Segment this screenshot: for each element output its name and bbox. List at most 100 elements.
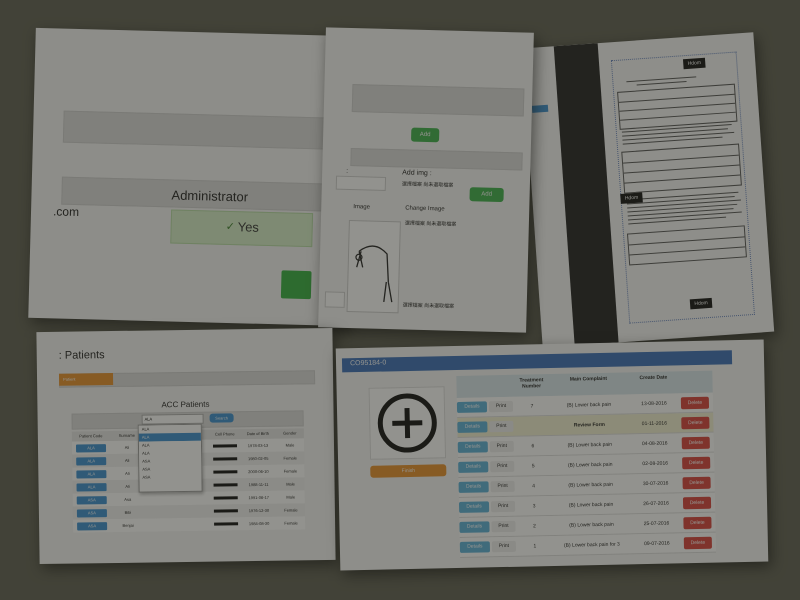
treatment-screenshot: CO95184-0 Finish Treatment Number Main C… <box>335 339 769 571</box>
active-yes-box[interactable]: ✓ Yes <box>170 209 314 248</box>
details-button[interactable]: Details <box>459 521 490 533</box>
image-preview <box>346 219 401 314</box>
details-button[interactable]: Details <box>458 501 490 513</box>
treatment-number: 5 <box>531 462 535 469</box>
print-button[interactable]: Print <box>490 500 516 513</box>
print-button[interactable]: Print <box>489 420 514 433</box>
add-circle-icon <box>377 393 437 453</box>
treatment-row[interactable]: Details Print 1 (B) Lower back pain for 3 09… <box>459 532 717 558</box>
gender: Female <box>283 468 298 474</box>
print-button[interactable]: Print <box>490 460 515 473</box>
details-button[interactable]: Details <box>456 401 488 413</box>
delete-button[interactable]: Delete <box>681 436 710 449</box>
input-bar-left[interactable] <box>324 291 346 308</box>
add-photo-box[interactable] <box>368 386 447 460</box>
patient-code-badge[interactable]: ALA <box>76 456 107 466</box>
redacted-phone <box>213 483 238 487</box>
treatment-number: 2 <box>533 522 536 529</box>
gender: Female <box>284 507 298 513</box>
details-button[interactable]: Details <box>458 461 489 473</box>
print-button[interactable]: Print <box>491 520 516 533</box>
check-icon: ✓ <box>225 220 236 234</box>
bending-figure-icon <box>355 245 393 303</box>
document-screenshot: Hdom Hdom Hdom <box>521 32 775 348</box>
acc-table-row[interactable]: ASA Benjai 1984-08-30 Female <box>73 516 306 533</box>
redacted-phone <box>213 509 238 513</box>
details-button[interactable]: Details <box>457 441 488 453</box>
doc-text-block <box>616 70 749 298</box>
patient-code-dropdown[interactable]: ALA ALA ALA ALA ASA ASA ASA <box>137 423 203 493</box>
surname: Ali <box>124 457 130 463</box>
acc-col-header: Date of Birth <box>246 430 269 437</box>
date-of-birth: 1988-11-11 <box>248 481 269 488</box>
main-complaint: (B) Lower back pain <box>567 461 613 469</box>
input-bar-top[interactable] <box>351 84 525 117</box>
finish-button[interactable]: Finish <box>370 464 447 478</box>
delete-button[interactable]: Delete <box>683 516 712 529</box>
date-of-birth: 1980-02-05 <box>247 455 269 462</box>
details-button[interactable]: Details <box>458 481 489 493</box>
main-complaint: Review Form <box>573 421 605 429</box>
col-main-complaint: Main Complaint <box>569 375 608 383</box>
dropdown-option[interactable]: ASA <box>139 472 202 482</box>
file-choose-1[interactable]: 選擇檔案 尚未選取檔案 <box>402 180 454 188</box>
main-complaint: (B) Lower back pain <box>568 501 614 509</box>
acc-col-header: Gender <box>283 430 297 436</box>
role-value: Administrator <box>171 187 249 205</box>
col-treatment-number: Treatment Number <box>519 377 544 390</box>
dark-sidebar <box>553 43 619 346</box>
patient-code-badge[interactable]: ASA <box>77 521 108 531</box>
patient-code-badge[interactable]: ALA <box>75 443 107 453</box>
patient-code-badge[interactable]: ALA <box>76 482 107 492</box>
add-button[interactable]: Add <box>411 127 440 143</box>
input-bar-small[interactable] <box>335 175 387 191</box>
image-column-header: Image <box>353 204 371 211</box>
date-of-birth: 1976-12-30 <box>248 507 270 514</box>
gender: Female <box>284 520 298 526</box>
redacted-phone <box>212 444 238 448</box>
input-bar-mid[interactable] <box>350 148 523 171</box>
main-complaint: (B) Lower back pain <box>568 481 613 489</box>
redacted-phone <box>213 457 238 461</box>
add-img-button[interactable]: Add <box>469 187 504 203</box>
delete-button[interactable]: Delete <box>683 536 712 549</box>
print-button[interactable]: Print <box>488 400 514 413</box>
add-img-label: Add img : <box>402 169 432 178</box>
main-complaint: (B) Lower back pain <box>566 401 612 409</box>
create-date: 30-07-2016 <box>642 480 669 487</box>
gender: Male <box>286 494 296 500</box>
delete-button[interactable]: Delete <box>682 476 711 489</box>
patient-code-badge[interactable]: ALA <box>76 469 107 479</box>
delete-button[interactable]: Delete <box>680 396 710 409</box>
details-button[interactable]: Details <box>457 421 488 433</box>
treatment-table: Treatment Number Main Complaint Create D… <box>456 370 717 558</box>
patient-code: CO95184-0 <box>349 359 387 368</box>
search-button[interactable]: Search <box>209 413 234 423</box>
create-date: 26-07-2016 <box>643 500 669 507</box>
admin-form-screenshot: Administrator .com ✓ Yes <box>28 27 356 327</box>
delete-button[interactable]: Delete <box>682 496 712 509</box>
treatment-number: 1 <box>533 542 537 549</box>
file-choose-3[interactable]: 選擇檔案 尚未選取檔案 <box>403 301 455 309</box>
patient-code-badge[interactable]: ASA <box>76 495 107 505</box>
patient-tab[interactable]: Patient <box>58 373 114 386</box>
print-button[interactable]: Print <box>491 540 517 553</box>
print-button[interactable]: Print <box>489 440 514 453</box>
surname: Ali <box>124 444 130 450</box>
patient-code-badge[interactable]: ASA <box>76 508 107 518</box>
treatment-number: 6 <box>531 442 535 449</box>
email-suffix: .com <box>52 204 80 220</box>
header-bar: CO95184-0 <box>341 350 733 373</box>
file-choose-2[interactable]: 選擇檔案 尚未選取檔案 <box>405 219 457 227</box>
create-date: 01-11-2016 <box>641 420 668 427</box>
gender: Male <box>286 481 295 487</box>
delete-button[interactable]: Delete <box>682 456 711 469</box>
redacted-phone <box>213 496 238 500</box>
print-button[interactable]: Print <box>490 480 515 493</box>
details-button[interactable]: Details <box>459 541 491 553</box>
save-button[interactable] <box>280 270 312 300</box>
delete-button[interactable]: Delete <box>681 416 710 429</box>
input-bar-1[interactable] <box>62 110 336 150</box>
acc-patients-screenshot: : Patients Patient ACC Patients ALA Sear… <box>36 327 336 565</box>
date-of-birth: 2000-06-10 <box>248 468 269 475</box>
